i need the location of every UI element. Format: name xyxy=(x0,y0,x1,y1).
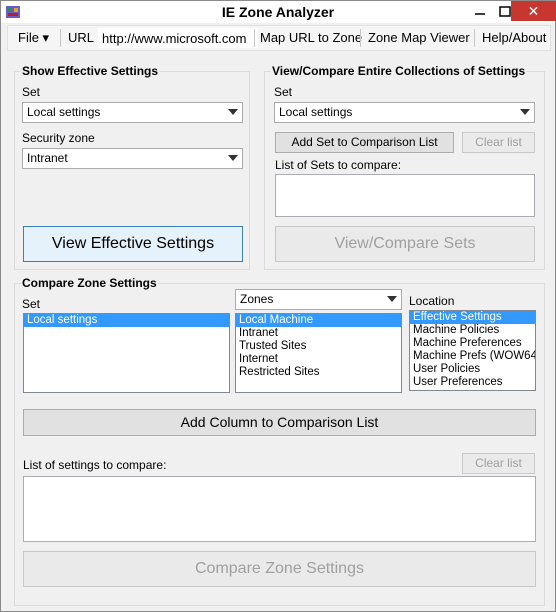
collection-set-value: Local settings xyxy=(279,105,353,119)
group-title: Show Effective Settings xyxy=(21,64,160,78)
zones-listbox[interactable]: Local Machine Intranet Trusted Sites Int… xyxy=(235,313,402,393)
security-zone-combo[interactable]: Intranet xyxy=(22,148,243,169)
url-label: URL xyxy=(68,30,95,45)
minimize-icon[interactable] xyxy=(467,3,493,21)
group-title: Compare Zone Settings xyxy=(21,276,158,290)
security-zone-label: Security zone xyxy=(22,131,95,145)
list-of-settings-label: List of settings to compare: xyxy=(23,458,167,472)
view-compare-collections-group: View/Compare Entire Collections of Setti… xyxy=(264,64,545,270)
zones-combo-value: Zones xyxy=(240,292,274,306)
location-label: Location xyxy=(409,294,455,308)
sets-to-compare-list[interactable] xyxy=(275,174,535,217)
close-icon: ✕ xyxy=(527,3,540,19)
menu-separator xyxy=(60,29,61,47)
zone-map-viewer-button[interactable]: Zone Map Viewer xyxy=(362,26,476,50)
set-label: Set xyxy=(22,85,41,99)
show-effective-settings-group: Show Effective Settings Set Local settin… xyxy=(14,64,250,270)
list-item[interactable]: Machine Policies xyxy=(410,324,535,337)
list-item[interactable]: Local Machine xyxy=(236,314,401,327)
list-item[interactable]: Machine Preferences xyxy=(410,337,535,350)
collection-set-combo[interactable]: Local settings xyxy=(274,102,535,123)
add-set-button[interactable]: Add Set to Comparison List xyxy=(275,132,454,153)
chevron-down-icon xyxy=(228,109,238,115)
chevron-down-icon xyxy=(387,296,397,302)
set-label: Set xyxy=(22,297,41,311)
compare-zone-settings-button[interactable]: Compare Zone Settings xyxy=(23,551,536,587)
menu-separator xyxy=(360,29,361,47)
chevron-down-icon xyxy=(520,109,530,115)
list-item[interactable]: Trusted Sites xyxy=(236,340,401,353)
list-item[interactable]: Machine Prefs (WOW64) xyxy=(410,350,535,363)
set-combo[interactable]: Local settings xyxy=(22,102,243,123)
help-about-button[interactable]: Help/About xyxy=(476,26,552,50)
list-item[interactable]: User Preferences xyxy=(410,376,535,389)
set-label: Set xyxy=(274,85,293,99)
file-menu[interactable]: File ▾ xyxy=(12,26,55,50)
security-zone-value: Intranet xyxy=(27,151,68,165)
settings-to-compare-list[interactable] xyxy=(23,476,536,542)
clear-settings-button[interactable]: Clear list xyxy=(462,453,535,474)
add-column-button[interactable]: Add Column to Comparison List xyxy=(23,409,536,436)
compare-zone-settings-group: Compare Zone Settings Set Local settings… xyxy=(14,276,545,606)
list-item[interactable]: Local settings xyxy=(24,314,229,327)
list-item[interactable]: User Policies xyxy=(410,363,535,376)
list-item[interactable]: Intranet xyxy=(236,327,401,340)
view-effective-settings-button[interactable]: View Effective Settings xyxy=(23,226,243,262)
close-button[interactable]: ✕ xyxy=(511,1,556,21)
zones-combo[interactable]: Zones xyxy=(235,289,402,310)
menu-bar: File ▾ URL Map URL to Zone Zone Map View… xyxy=(7,25,551,51)
app-window: IE Zone Analyzer ✕ File ▾ URL Map URL to… xyxy=(0,0,556,612)
list-item[interactable]: Internet xyxy=(236,353,401,366)
title-bar: IE Zone Analyzer ✕ xyxy=(1,1,556,23)
location-listbox[interactable]: Effective Settings Machine Policies Mach… xyxy=(409,310,536,391)
group-title: View/Compare Entire Collections of Setti… xyxy=(271,64,527,78)
list-item[interactable]: Restricted Sites xyxy=(236,366,401,379)
set-listbox[interactable]: Local settings xyxy=(23,313,230,393)
set-combo-value: Local settings xyxy=(27,105,101,119)
chevron-down-icon xyxy=(228,155,238,161)
view-compare-sets-button[interactable]: View/Compare Sets xyxy=(275,226,535,262)
url-input[interactable] xyxy=(98,28,258,48)
list-item[interactable]: Effective Settings xyxy=(410,311,535,324)
clear-sets-button[interactable]: Clear list xyxy=(462,132,535,153)
map-url-to-zone-button[interactable]: Map URL to Zone xyxy=(254,26,368,50)
list-of-sets-label: List of Sets to compare: xyxy=(275,158,402,172)
menu-separator xyxy=(474,29,475,47)
